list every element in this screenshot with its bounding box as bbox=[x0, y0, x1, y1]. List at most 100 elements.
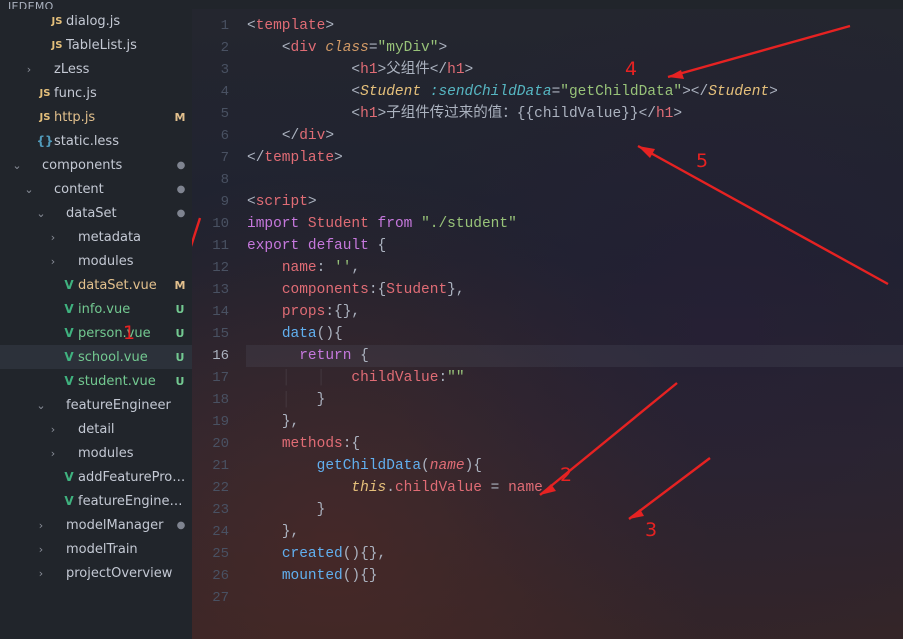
modified-dot-icon: ● bbox=[174, 520, 188, 531]
tree-item-person-vue[interactable]: Vperson.vueU bbox=[0, 321, 192, 345]
chevron-icon: › bbox=[34, 543, 48, 556]
code-line[interactable]: <div class="myDiv"> bbox=[247, 37, 903, 59]
code-line[interactable]: │ } bbox=[247, 389, 903, 411]
code-line[interactable]: }, bbox=[247, 521, 903, 543]
code-line[interactable]: │ │ childValue:"" bbox=[247, 367, 903, 389]
tree-item-school-vue[interactable]: Vschool.vueU bbox=[0, 345, 192, 369]
tree-item-info-vue[interactable]: Vinfo.vueU bbox=[0, 297, 192, 321]
code-line[interactable]: export default { bbox=[247, 235, 903, 257]
file-label: featureEngineer bbox=[66, 398, 188, 413]
code-line[interactable] bbox=[247, 169, 903, 191]
tree-item-dialog-js[interactable]: JSdialog.js bbox=[0, 9, 192, 33]
modified-dot-icon: ● bbox=[174, 184, 188, 195]
git-status: M bbox=[172, 279, 188, 292]
modified-dot-icon: ● bbox=[174, 208, 188, 219]
tree-item-metadata[interactable]: ›metadata bbox=[0, 225, 192, 249]
file-label: dataSet.vue bbox=[78, 278, 172, 293]
vue-icon: V bbox=[60, 470, 78, 484]
tree-item-featureengineer[interactable]: ⌄ featureEngineer bbox=[0, 393, 192, 417]
tree-item-detail[interactable]: ›detail bbox=[0, 417, 192, 441]
code-line[interactable] bbox=[247, 587, 903, 609]
tree-item-static-less[interactable]: {}static.less bbox=[0, 129, 192, 153]
tree-item-projectoverview[interactable]: ›projectOverview bbox=[0, 561, 192, 585]
file-explorer[interactable]: JSdialog.jsJSTableList.js›zLessJSfunc.js… bbox=[0, 9, 192, 639]
file-label: dialog.js bbox=[66, 14, 188, 29]
file-label: projectOverview bbox=[66, 566, 188, 581]
git-status: M bbox=[172, 111, 188, 124]
file-label: detail bbox=[78, 422, 188, 437]
file-label: metadata bbox=[78, 230, 188, 245]
code-line[interactable]: </template> bbox=[247, 147, 903, 169]
tree-item-dataset-vue[interactable]: VdataSet.vueM bbox=[0, 273, 192, 297]
code-line[interactable]: components:{Student}, bbox=[247, 279, 903, 301]
code-area[interactable]: <template> <div class="myDiv"> <h1>父组件</… bbox=[247, 9, 903, 639]
chevron-icon: › bbox=[46, 255, 60, 268]
tree-item-addfeatureprocess-v---[interactable]: VaddFeatureProcess.v... bbox=[0, 465, 192, 489]
line-number: 23 bbox=[192, 499, 247, 521]
tree-item-featureengineer-vue[interactable]: VfeatureEngineer.vue bbox=[0, 489, 192, 513]
code-line[interactable]: } bbox=[247, 499, 903, 521]
line-number: 9 bbox=[192, 191, 247, 213]
line-number: 1 bbox=[192, 15, 247, 37]
line-number: 21 bbox=[192, 455, 247, 477]
file-label: components bbox=[42, 158, 174, 173]
code-line[interactable]: return { bbox=[247, 345, 903, 367]
file-label: addFeatureProcess.v... bbox=[78, 470, 188, 485]
file-label: dataSet bbox=[66, 206, 174, 221]
line-number: 13 bbox=[192, 279, 247, 301]
code-line[interactable]: <Student :sendChildData="getChildData"><… bbox=[247, 81, 903, 103]
code-line[interactable]: <template> bbox=[247, 15, 903, 37]
code-line[interactable]: <script> bbox=[247, 191, 903, 213]
code-line[interactable]: mounted(){} bbox=[247, 565, 903, 587]
tree-item-zless[interactable]: ›zLess bbox=[0, 57, 192, 81]
vue-icon: V bbox=[60, 350, 78, 364]
modified-dot-icon: ● bbox=[174, 160, 188, 171]
chevron-icon: ⌄ bbox=[34, 399, 48, 412]
chevron-icon: › bbox=[46, 447, 60, 460]
line-number: 11 bbox=[192, 235, 247, 257]
code-line[interactable]: <h1>父组件</h1> bbox=[247, 59, 903, 81]
file-label: modules bbox=[78, 446, 188, 461]
code-line[interactable]: this.childValue = name bbox=[247, 477, 903, 499]
git-status: U bbox=[172, 375, 188, 388]
vue-icon: V bbox=[60, 374, 78, 388]
js-icon: JS bbox=[36, 112, 54, 123]
tree-item-components[interactable]: ⌄ components● bbox=[0, 153, 192, 177]
tree-item-content[interactable]: ⌄ content● bbox=[0, 177, 192, 201]
line-number: 3 bbox=[192, 59, 247, 81]
chevron-icon: ⌄ bbox=[10, 159, 24, 172]
line-number: 5 bbox=[192, 103, 247, 125]
file-label: person.vue bbox=[78, 326, 172, 341]
tree-item-func-js[interactable]: JSfunc.js bbox=[0, 81, 192, 105]
code-line[interactable]: }, bbox=[247, 411, 903, 433]
code-line[interactable]: name: '', bbox=[247, 257, 903, 279]
chevron-icon: ⌄ bbox=[22, 183, 36, 196]
line-number: 4 bbox=[192, 81, 247, 103]
code-line[interactable]: created(){}, bbox=[247, 543, 903, 565]
code-line[interactable]: getChildData(name){ bbox=[247, 455, 903, 477]
tree-item-http-js[interactable]: JShttp.jsM bbox=[0, 105, 192, 129]
tree-item-student-vue[interactable]: Vstudent.vueU bbox=[0, 369, 192, 393]
line-number: 26 bbox=[192, 565, 247, 587]
tree-item-tablelist-js[interactable]: JSTableList.js bbox=[0, 33, 192, 57]
code-line[interactable]: </div> bbox=[247, 125, 903, 147]
code-line[interactable]: methods:{ bbox=[247, 433, 903, 455]
vue-icon: V bbox=[60, 302, 78, 316]
line-number: 20 bbox=[192, 433, 247, 455]
file-label: modelManager bbox=[66, 518, 174, 533]
chevron-icon: › bbox=[34, 519, 48, 532]
code-editor[interactable]: 1234567891011121314151617181920212223242… bbox=[192, 9, 903, 639]
code-line[interactable]: import Student from "./student" bbox=[247, 213, 903, 235]
tree-item-modules[interactable]: › modules bbox=[0, 441, 192, 465]
tree-item-dataset[interactable]: ⌄dataSet● bbox=[0, 201, 192, 225]
tree-item-modeltrain[interactable]: ›modelTrain bbox=[0, 537, 192, 561]
line-number: 22 bbox=[192, 477, 247, 499]
code-line[interactable]: <h1>子组件传过来的值：{{childValue}}</h1> bbox=[247, 103, 903, 125]
tree-item-modules[interactable]: ›modules bbox=[0, 249, 192, 273]
code-line[interactable]: props:{}, bbox=[247, 301, 903, 323]
git-status: U bbox=[172, 351, 188, 364]
file-label: content bbox=[54, 182, 174, 197]
tree-item-modelmanager[interactable]: › modelManager● bbox=[0, 513, 192, 537]
vue-icon: V bbox=[60, 278, 78, 292]
code-line[interactable]: data(){ bbox=[247, 323, 903, 345]
